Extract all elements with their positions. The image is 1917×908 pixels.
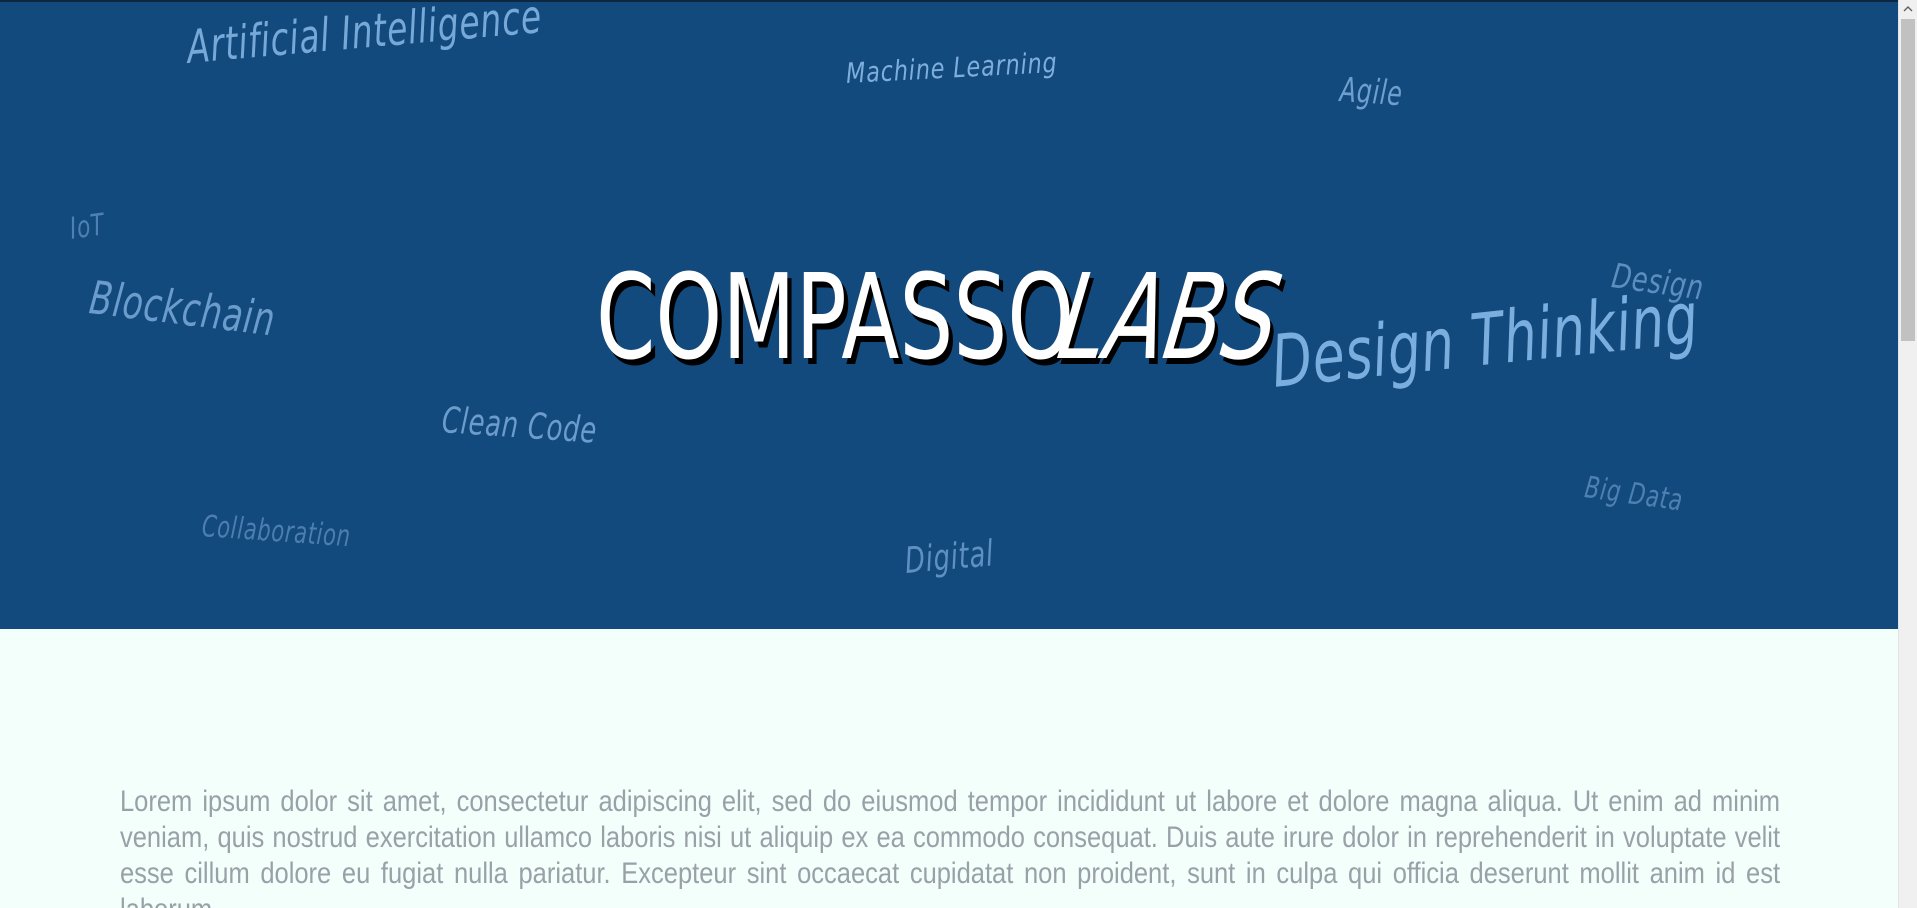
site-logo: COMPASSO LABS <box>596 248 1289 386</box>
hero-banner: Artificial Intelligence Machine Learning… <box>0 2 1898 629</box>
logo-accent-text: LABS <box>1050 248 1290 386</box>
logo-main-text: COMPASSO <box>596 248 1075 386</box>
keyword-artificial-intelligence: Artificial Intelligence <box>184 2 545 74</box>
keyword-clean-code: Clean Code <box>440 400 599 452</box>
intro-paragraph: Lorem ipsum dolor sit amet, consectetur … <box>120 785 1781 908</box>
keyword-collaboration: Collaboration <box>200 509 352 555</box>
keyword-big-data: Big Data <box>1582 470 1686 519</box>
keyword-agile: Agile <box>1338 70 1405 115</box>
keyword-digital: Digital <box>903 533 996 582</box>
keyword-iot: IoT <box>67 207 108 247</box>
keyword-machine-learning: Machine Learning <box>845 45 1059 90</box>
chevron-up-icon[interactable] <box>1899 0 1917 18</box>
vertical-scrollbar[interactable] <box>1898 0 1917 908</box>
keyword-design-thinking: Design Thinking <box>1267 275 1703 404</box>
main-content: Lorem ipsum dolor sit amet, consectetur … <box>120 784 1780 908</box>
scrollbar-thumb[interactable] <box>1901 19 1915 341</box>
page: Artificial Intelligence Machine Learning… <box>0 0 1917 908</box>
keyword-blockchain: Blockchain <box>86 270 279 347</box>
